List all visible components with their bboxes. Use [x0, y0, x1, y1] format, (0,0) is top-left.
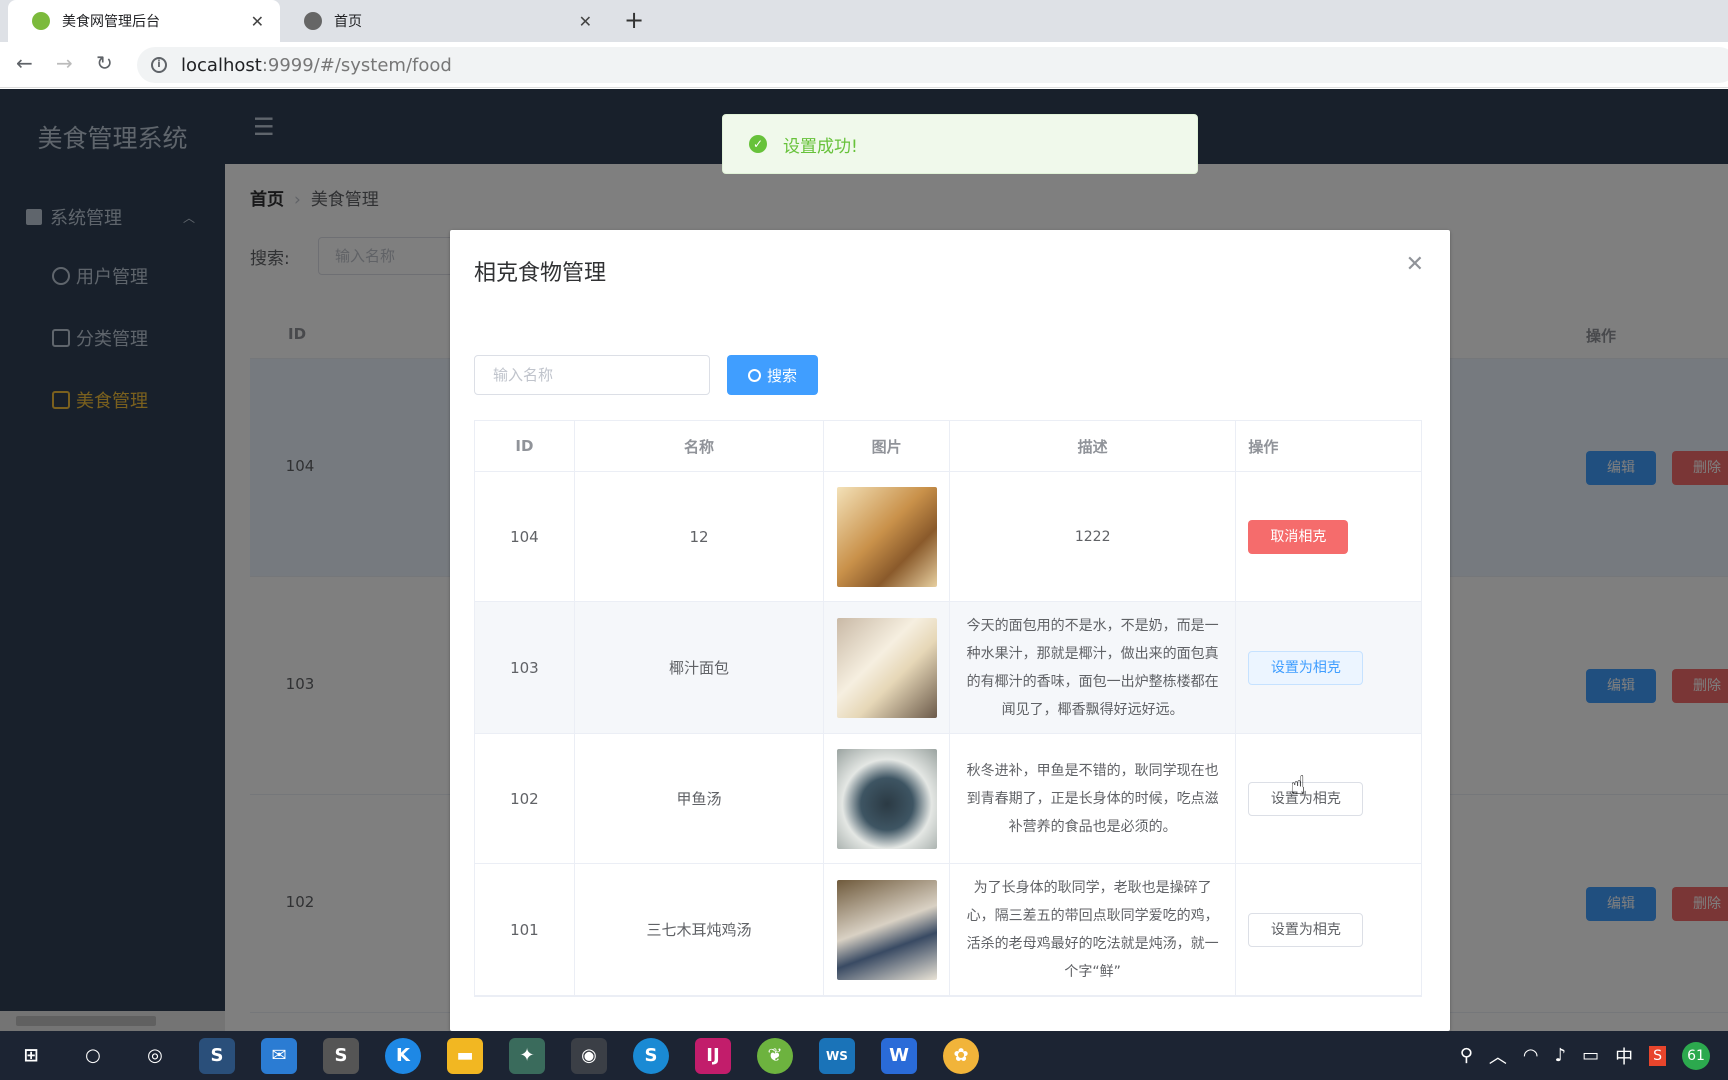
cell-action: 设置为相克	[1236, 734, 1421, 863]
cell-image	[824, 602, 950, 733]
leaf-icon	[32, 12, 50, 30]
tab-admin[interactable]: 美食网管理后台 ✕	[8, 0, 280, 42]
s-app-icon[interactable]: S	[633, 1037, 669, 1074]
search-icon[interactable]: ◎	[137, 1038, 173, 1074]
folder-icon[interactable]: ▬	[447, 1037, 483, 1074]
notification-badge[interactable]: 61	[1682, 1041, 1710, 1070]
info-icon[interactable]: i	[151, 57, 167, 73]
set-incompatible-button[interactable]: 设置为相克	[1248, 912, 1364, 947]
close-icon[interactable]: ✕	[1406, 252, 1424, 277]
webstorm-icon[interactable]: WS	[819, 1037, 855, 1074]
food-image	[836, 617, 937, 718]
chrome-icon[interactable]: ◉	[571, 1037, 607, 1074]
mail-icon[interactable]: ✉	[261, 1037, 297, 1074]
cell-action: 设置为相克	[1236, 602, 1421, 733]
spring-icon[interactable]: ❦	[757, 1037, 793, 1074]
url-host: localhost	[181, 54, 262, 76]
cell-name: 椰汁面包	[575, 602, 825, 733]
food-image	[836, 879, 937, 980]
food-image	[836, 486, 937, 587]
input-language[interactable]: 中	[1615, 1043, 1633, 1069]
toast-message: 设置成功!	[783, 136, 858, 157]
table-row: 101 三七木耳炖鸡汤 为了长身体的耿同学，老耿也是操碎了心，隔三差五的带回点耿…	[475, 864, 1421, 996]
search-button-label: 搜索	[766, 366, 797, 385]
browser-tabbar: 美食网管理后台 ✕ 首页 ✕ +	[0, 0, 1728, 42]
cell-name: 12	[575, 472, 825, 601]
cell-id: 102	[475, 734, 575, 863]
windows-start-icon[interactable]: ⊞	[13, 1038, 49, 1074]
dialog-search-button[interactable]: 搜索	[727, 355, 818, 395]
header-cell: 名称	[575, 421, 825, 471]
dialog-search-input[interactable]: 输入名称	[474, 355, 710, 395]
back-icon[interactable]: ←	[16, 51, 33, 75]
header-cell: 描述	[950, 421, 1237, 471]
cell-id: 103	[475, 602, 575, 733]
cell-desc: 今天的面包用的不是水，不是奶，而是一种水果汁，那就是椰汁，做出来的面包真的有椰汁…	[950, 602, 1237, 733]
incompatible-food-dialog: 相克食物管理 ✕ 输入名称 搜索 ID 名称 图片 描述 操作 104 12 1…	[450, 230, 1450, 1031]
cell-desc: 秋冬进补，甲鱼是不错的，耿同学现在也到青春期了，正是长身体的时候，吃点滋补营养的…	[950, 734, 1237, 863]
hand-cursor-icon: ☝	[1290, 771, 1306, 801]
cell-image	[824, 734, 950, 863]
url-field[interactable]: i localhost:9999/#/system/food	[137, 47, 1728, 83]
cell-id: 104	[475, 472, 575, 601]
cell-desc: 1222	[950, 472, 1237, 601]
header-cell: 操作	[1248, 437, 1279, 456]
cancel-incompatible-button[interactable]: 取消相克	[1248, 519, 1349, 554]
close-icon[interactable]: ✕	[579, 12, 592, 31]
cell-action: 设置为相克	[1236, 864, 1421, 995]
close-icon[interactable]: ✕	[251, 12, 264, 31]
set-incompatible-button[interactable]: 设置为相克	[1248, 650, 1364, 685]
wps-icon[interactable]: W	[881, 1037, 917, 1074]
new-tab-icon[interactable]: +	[624, 6, 644, 34]
header-cell: ID	[475, 421, 575, 471]
chevron-up-icon[interactable]: ︿	[1489, 1043, 1507, 1069]
set-incompatible-button[interactable]: 设置为相克	[1248, 781, 1364, 816]
app-icon[interactable]: S	[199, 1037, 235, 1074]
tree-app-icon[interactable]: ✦	[509, 1037, 545, 1074]
address-bar: ← → ↻ i localhost:9999/#/system/food	[0, 42, 1728, 88]
paw-app-icon[interactable]: ✿	[943, 1037, 979, 1074]
globe-icon	[304, 12, 322, 30]
cell-name: 甲鱼汤	[575, 734, 825, 863]
intellij-icon[interactable]: IJ	[695, 1037, 731, 1074]
tab-title: 首页	[334, 14, 362, 30]
cell-name: 三七木耳炖鸡汤	[575, 864, 825, 995]
search-icon	[747, 368, 761, 382]
forward-icon[interactable]: →	[56, 51, 73, 75]
reload-icon[interactable]: ↻	[96, 51, 113, 75]
tab-home[interactable]: 首页 ✕	[296, 0, 608, 42]
battery-icon[interactable]: ▭	[1582, 1045, 1599, 1066]
cell-desc: 为了长身体的耿同学，老耿也是操碎了心，隔三差五的带回点耿同学爱吃的鸡，活杀的老母…	[950, 864, 1237, 995]
tab-title: 美食网管理后台	[62, 14, 160, 30]
url-path: :9999/#/system/food	[261, 54, 452, 76]
k-app-icon[interactable]: K	[385, 1037, 421, 1074]
header-cell: 图片	[824, 421, 950, 471]
cell-image	[824, 864, 950, 995]
app: 美食管理系统 系统管理 ︿ 用户管理 分类管理 美食管理 ☰ 首页›美食管理 搜…	[0, 89, 1728, 1031]
table-row: 104 12 1222 取消相克	[475, 472, 1421, 602]
table-row: 102 甲鱼汤 秋冬进补，甲鱼是不错的，耿同学现在也到青春期了，正是长身体的时候…	[475, 734, 1421, 864]
food-image	[836, 748, 937, 849]
network-icon[interactable]: ◠	[1523, 1045, 1539, 1066]
cell-image	[824, 472, 950, 601]
success-toast: ✓ 设置成功!	[722, 114, 1198, 174]
table-row: 103 椰汁面包 今天的面包用的不是水，不是奶，而是一种水果汁，那就是椰汁，做出…	[475, 602, 1421, 734]
people-icon[interactable]: ⚲	[1460, 1045, 1473, 1066]
dialog-table-header: ID 名称 图片 描述 操作	[475, 421, 1421, 472]
windows-taskbar: ⊞ ○ ◎ S ✉ S K ▬ ✦ ◉ S IJ ❦ WS W ✿ ⚲ ︿ ◠ …	[0, 1031, 1728, 1080]
cell-id: 101	[475, 864, 575, 995]
volume-icon[interactable]: ♪	[1555, 1045, 1567, 1066]
dialog-title: 相克食物管理	[474, 261, 607, 286]
dialog-table: ID 名称 图片 描述 操作 104 12 1222 取消相克 103 椰汁面包…	[474, 420, 1422, 997]
check-circle-icon: ✓	[749, 135, 767, 153]
cell-action: 取消相克	[1236, 472, 1421, 601]
sogou-icon[interactable]: S	[1649, 1045, 1666, 1066]
cortana-icon[interactable]: ○	[75, 1038, 111, 1074]
system-tray: ⚲ ︿ ◠ ♪ ▭ 中 S 61	[1452, 1031, 1718, 1080]
sublime-icon[interactable]: S	[323, 1037, 359, 1074]
